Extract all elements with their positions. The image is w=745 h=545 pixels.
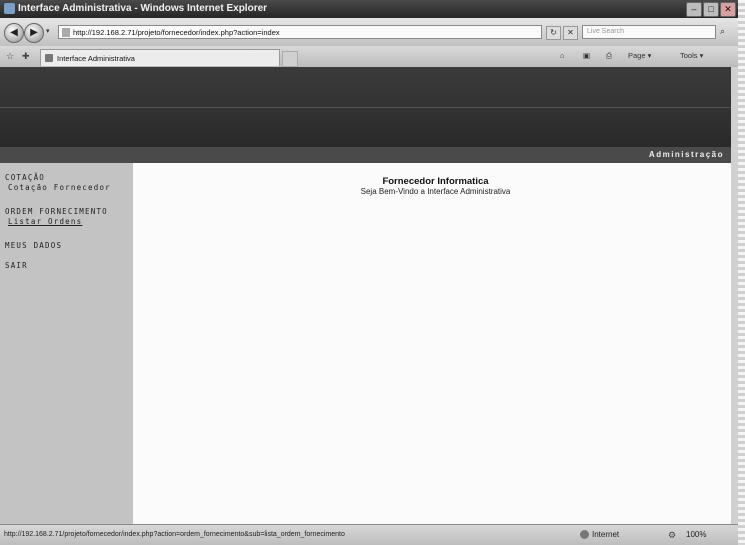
banner-divider xyxy=(0,107,738,108)
tools-menu[interactable]: Tools ▾ xyxy=(680,51,703,60)
vertical-scrollbar[interactable] xyxy=(731,67,738,524)
sidebar-item-cotacao[interactable]: COTAÇÃO xyxy=(5,173,45,182)
globe-icon xyxy=(580,530,589,540)
page-title: Fornecedor Informatica xyxy=(382,176,489,187)
zoom-level[interactable]: 100% xyxy=(686,530,706,539)
add-favorite-icon[interactable]: ✚ xyxy=(22,51,30,62)
protected-mode-icon: ⚙ xyxy=(668,530,677,540)
minimize-button[interactable]: – xyxy=(686,2,702,17)
tab-bar: ☆ ✚ Interface Administrativa ⌂ ▣ ⎙ Page … xyxy=(0,46,738,68)
address-bar: ◀ ▶ ▾ http://192.168.2.71/projeto/fornec… xyxy=(0,18,738,46)
title-bar: Interface Administrativa - Windows Inter… xyxy=(0,0,738,18)
url-text: http://192.168.2.71/projeto/fornecedor/i… xyxy=(73,28,280,37)
status-url: http://192.168.2.71/projeto/fornecedor/i… xyxy=(4,531,345,538)
forward-button[interactable]: ▶ xyxy=(24,23,44,43)
section-bar: Administração xyxy=(0,147,738,163)
print-icon[interactable]: ⎙ xyxy=(606,51,612,61)
stop-button[interactable]: ✕ xyxy=(563,26,578,40)
window-title: Interface Administrativa - Windows Inter… xyxy=(18,3,268,14)
page-menu[interactable]: Page ▾ xyxy=(628,51,651,60)
status-bar: http://192.168.2.71/projeto/fornecedor/i… xyxy=(0,524,738,545)
browser-window: Interface Administrativa - Windows Inter… xyxy=(0,0,739,545)
tab-label: Interface Administrativa xyxy=(57,54,135,63)
section-title: Administração xyxy=(648,150,724,159)
close-button[interactable]: ✕ xyxy=(720,2,736,17)
tab-favicon xyxy=(45,54,53,62)
feeds-icon[interactable]: ▣ xyxy=(583,51,590,60)
new-tab-button[interactable] xyxy=(282,51,298,67)
url-input[interactable]: http://192.168.2.71/projeto/fornecedor/i… xyxy=(58,25,542,39)
zone-label: Internet xyxy=(592,530,620,539)
sidebar-subitem-listar-ordens[interactable]: Listar Ordens xyxy=(8,217,82,226)
torn-edge xyxy=(738,0,745,544)
history-dropdown-button[interactable]: ▾ xyxy=(46,27,50,35)
search-input[interactable]: Live Search xyxy=(582,25,716,39)
favorites-icon[interactable]: ☆ xyxy=(6,51,14,62)
sidebar: COTAÇÃO Cotação Fornecedor ORDEM FORNECI… xyxy=(0,163,133,524)
search-button[interactable]: ⌕ xyxy=(720,26,725,37)
refresh-button[interactable]: ↻ xyxy=(546,26,561,40)
page-viewport: Administração COTAÇÃO Cotação Fornecedor… xyxy=(0,67,738,524)
tab-interface-administrativa[interactable]: Interface Administrativa xyxy=(40,49,280,66)
back-button[interactable]: ◀ xyxy=(4,23,24,43)
sidebar-item-sair[interactable]: SAIR xyxy=(5,261,28,270)
home-icon[interactable]: ⌂ xyxy=(560,51,565,60)
header-banner xyxy=(0,67,738,147)
maximize-button[interactable]: □ xyxy=(703,2,719,17)
sidebar-subitem-cotacao-fornecedor[interactable]: Cotação Fornecedor xyxy=(8,183,111,192)
sidebar-item-meus-dados[interactable]: MEUS DADOS xyxy=(5,241,62,250)
page-icon xyxy=(62,28,70,37)
main-content: Fornecedor Informatica Seja Bem-Vindo a … xyxy=(133,163,738,524)
ie-icon xyxy=(4,3,15,14)
security-zone: Internet xyxy=(580,530,620,540)
sidebar-item-ordem-fornecimento[interactable]: ORDEM FORNECIMENTO xyxy=(5,207,108,216)
welcome-message: Seja Bem-Vindo a Interface Administrativ… xyxy=(360,187,511,196)
